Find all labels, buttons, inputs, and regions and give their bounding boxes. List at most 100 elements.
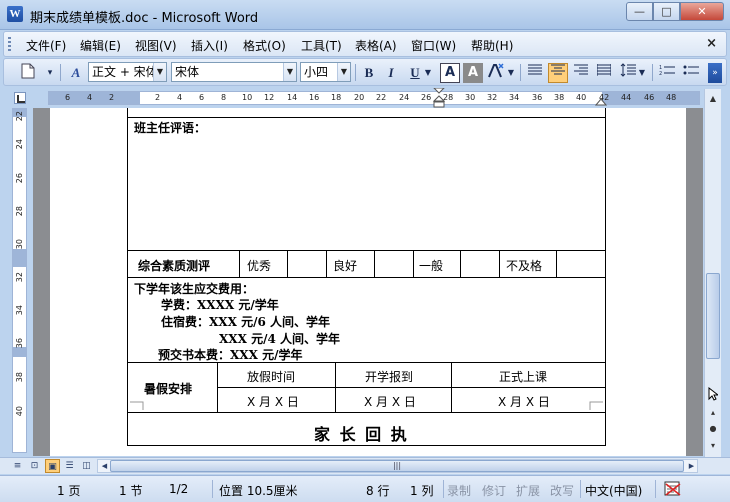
new-document-icon[interactable] [18,63,38,83]
menu-file[interactable]: 文件(F) [26,37,66,54]
status-language[interactable]: 中文(中国) [585,482,642,499]
word-app-icon[interactable]: W [7,6,23,22]
ruler-row: 6 4 2 2 4 6 8 10 12 14 16 18 20 22 24 26… [0,88,730,108]
status-section[interactable]: 1 节 [119,482,142,499]
menu-help[interactable]: 帮助(H) [471,37,513,54]
minimize-button[interactable]: — [626,2,653,21]
menu-tools[interactable]: 工具(T) [301,37,342,54]
formatting-toolbar: ▾ A 正文 + 宋体 ▼ 宋体 ▼ 小四 ▼ B I U ▼ A A ▼ ▼ … [3,58,727,86]
vertical-scrollbar[interactable]: ▲ ▴ ● ▾ [704,89,721,457]
web-layout-view-icon[interactable]: ⊡ [27,459,42,473]
toolbar-options-chevron-icon[interactable]: ▾ [40,63,60,83]
ruler-tick: 38 [554,93,565,102]
status-page[interactable]: 1 页 [57,482,80,499]
status-position[interactable]: 位置 10.5厘米 [219,482,298,499]
vruler-tick: 22 [15,111,24,122]
indent-marker-icon[interactable] [433,88,445,110]
font-size-combobox[interactable]: 小四 ▼ [300,62,351,82]
align-center-icon[interactable] [548,63,568,83]
vacation-label: 暑假安排 [144,382,193,396]
title-bar: W 期末成绩单模板.doc - Microsoft Word — □ ✕ [0,0,730,30]
table-border [127,277,606,278]
status-line[interactable]: 8 行 [366,482,389,499]
select-browse-object-icon[interactable]: ● [706,421,720,437]
fee-lodging-4: XXX 元/4 人间、学年 [219,332,341,346]
horizontal-scroll-thumb[interactable]: ||| [110,460,684,472]
table-border [413,250,414,277]
table-border [556,250,557,277]
chevron-down-icon[interactable]: ▼ [283,63,296,81]
grade-fail: 不及格 [506,259,543,273]
scroll-right-icon[interactable]: ▶ [684,459,699,473]
chevron-down-icon[interactable]: ▼ [423,63,433,83]
spelling-grammar-status-icon[interactable] [663,481,683,500]
menu-edit[interactable]: 编辑(E) [80,37,121,54]
vruler-tick: 28 [15,206,24,217]
status-column[interactable]: 1 列 [410,482,433,499]
right-indent-marker-icon[interactable] [595,96,607,106]
table-border [460,250,461,277]
toolbar-separator [355,64,356,81]
outline-view-icon[interactable]: ☰ [62,459,77,473]
horizontal-ruler[interactable]: 6 4 2 2 4 6 8 10 12 14 16 18 20 22 24 26… [48,88,700,108]
bulleted-list-icon[interactable] [681,63,701,83]
horizontal-scrollbar[interactable]: ◀ ||| ▶ [97,459,698,473]
reading-layout-view-icon[interactable]: ◫ [79,459,94,473]
document-page[interactable]: 班主任评语： 综合素质测评 优秀 良好 一般 不及格 下学年该生应交费用： 学费… [50,108,686,456]
ruler-left-margin [49,92,140,104]
bold-button[interactable]: B [359,63,379,83]
maximize-button[interactable]: □ [653,2,680,21]
line-spacing-icon[interactable] [618,63,638,83]
fee-books: 预交书本费：XXX 元/学年 [158,348,303,362]
chevron-down-icon[interactable]: ▼ [153,63,166,81]
print-layout-view-icon[interactable]: ▣ [45,459,60,473]
table-border [326,250,327,277]
table-border [127,117,606,118]
numbered-list-icon[interactable]: 12 [657,63,677,83]
vertical-scroll-thumb[interactable] [706,273,720,359]
normal-view-icon[interactable]: ≡ [10,459,25,473]
chevron-down-icon[interactable]: ▼ [506,63,516,83]
status-overtype[interactable]: 改写 [550,482,574,499]
chevron-down-icon[interactable]: ▼ [637,63,647,83]
ruler-tick: 14 [287,93,298,102]
tab-stop-selector-icon[interactable] [14,92,26,104]
underline-button[interactable]: U [405,63,425,83]
align-justify-left-icon[interactable] [525,63,545,83]
character-shading-button[interactable]: A [463,63,483,83]
font-combobox[interactable]: 宋体 ▼ [171,62,297,82]
distributed-align-icon[interactable] [594,63,614,83]
menu-table[interactable]: 表格(A) [355,37,397,54]
status-extend[interactable]: 扩展 [516,482,540,499]
menu-format[interactable]: 格式(O) [243,37,286,54]
text-effects-icon[interactable] [486,63,506,83]
menu-view[interactable]: 视图(V) [135,37,177,54]
ruler-tick: 16 [309,93,320,102]
font-value: 宋体 [175,65,200,79]
horizontal-bar: ≡ ⊡ ▣ ☰ ◫ ◀ ||| ▶ [0,457,730,474]
close-button[interactable]: ✕ [680,2,724,21]
style-combobox[interactable]: 正文 + 宋体 ▼ [88,62,167,82]
vertical-ruler[interactable]: 22 24 26 28 30 32 34 36 38 40 [12,108,27,453]
character-border-button[interactable]: A [440,63,460,83]
chevron-down-icon[interactable]: ▼ [337,63,350,81]
previous-page-icon[interactable]: ▴ [706,405,720,421]
italic-button[interactable]: I [381,63,401,83]
scroll-up-icon[interactable]: ▲ [706,91,720,107]
menu-window[interactable]: 窗口(W) [411,37,456,54]
close-document-icon[interactable]: × [706,36,717,51]
vruler-tick: 34 [15,305,24,316]
align-right-icon[interactable] [571,63,591,83]
styles-formatting-icon[interactable]: A [66,63,86,83]
menu-grip-handle[interactable] [8,37,11,52]
fees-title: 下学年该生应交费用： [134,282,255,296]
status-record[interactable]: 录制 [447,482,471,499]
status-track-changes[interactable]: 修订 [482,482,506,499]
menu-insert[interactable]: 插入(I) [191,37,228,54]
next-page-icon[interactable]: ▾ [706,438,720,454]
status-page-of[interactable]: 1/2 [169,482,188,496]
toolbar-overflow-chevron-icon[interactable]: » [708,63,722,83]
fee-tuition: 学费：XXXX 元/学年 [161,298,279,312]
ruler-tick: 2 [155,93,161,102]
quality-assessment-label: 综合素质测评 [138,259,211,273]
